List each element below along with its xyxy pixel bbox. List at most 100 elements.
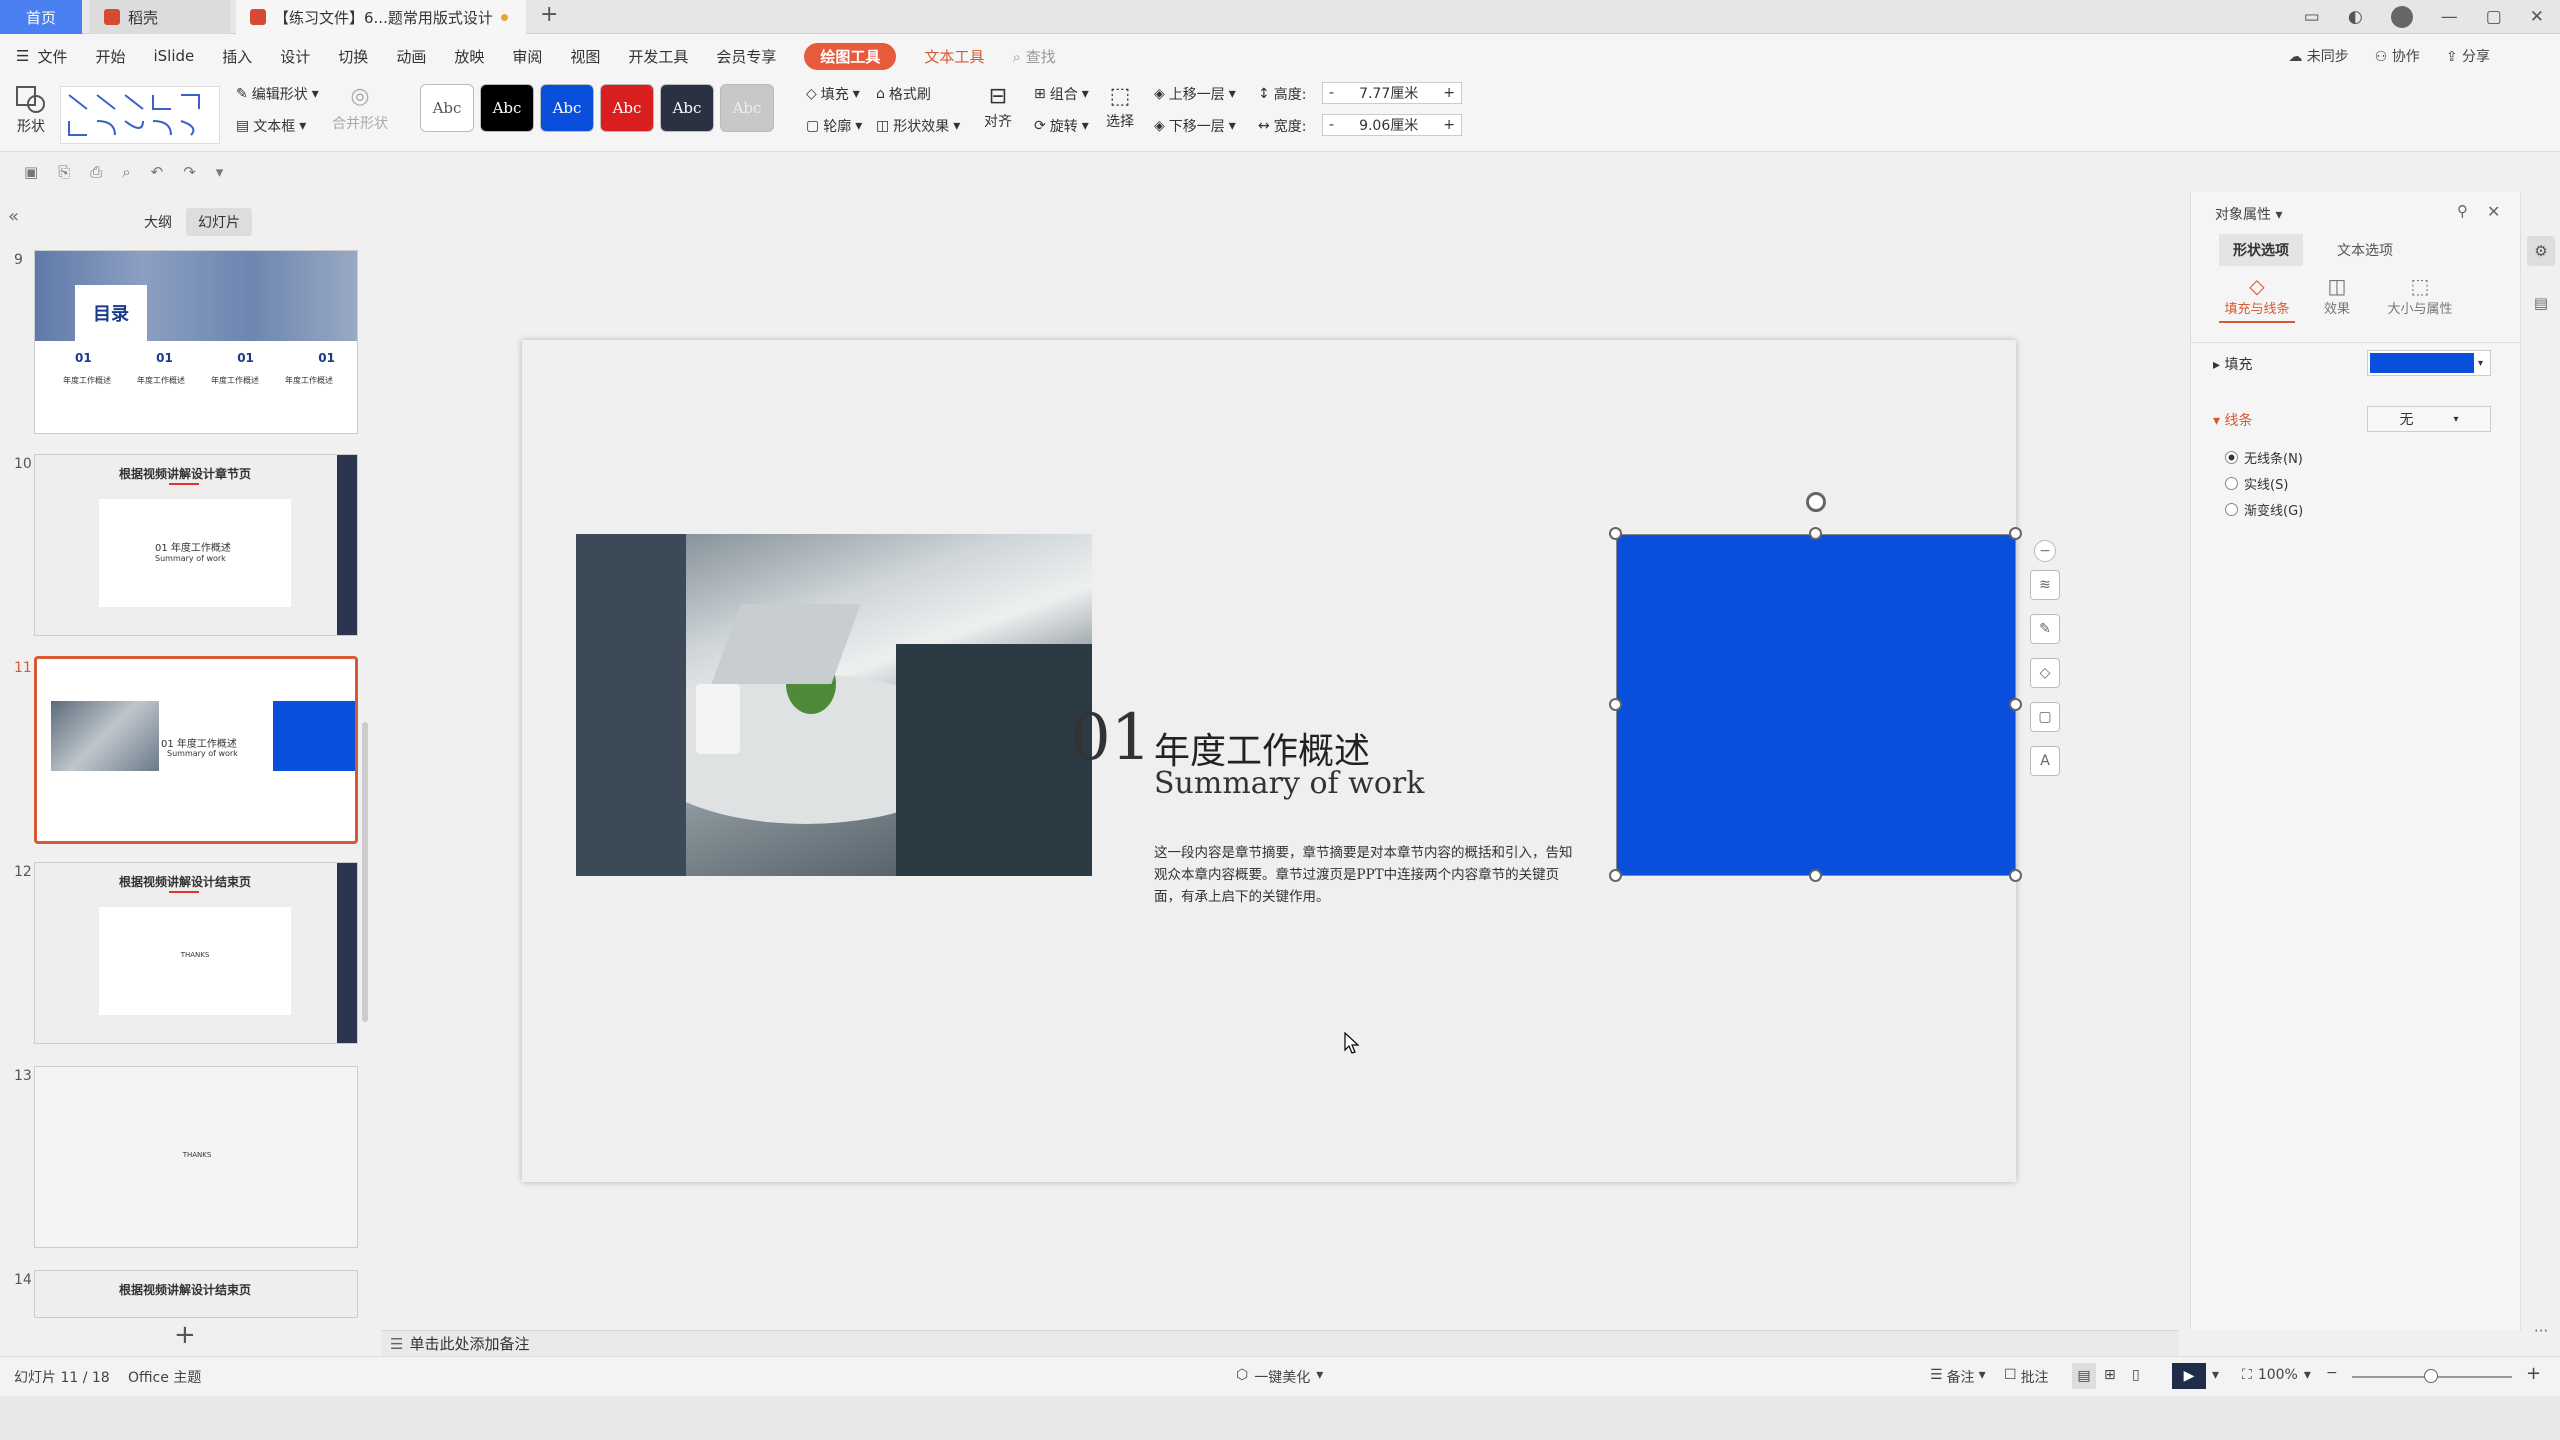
style-swatch-gray[interactable]: Abc <box>720 84 774 132</box>
menu-start[interactable]: 开始 <box>95 46 125 67</box>
rotate-button[interactable]: ⟳ 旋转 ▾ <box>1034 116 1089 136</box>
tab-text-options[interactable]: 文本选项 <box>2337 240 2393 260</box>
crop-icon[interactable]: ▢ <box>2030 702 2060 732</box>
menu-view[interactable]: 视图 <box>570 46 600 67</box>
resize-handle-n[interactable] <box>1809 527 1822 540</box>
textbox-button[interactable]: ▤ 文本框 ▾ <box>236 116 306 136</box>
group-button[interactable]: ⊞ 组合 ▾ <box>1034 84 1089 104</box>
tab-document[interactable]: 【练习文件】6...题常用版式设计 <box>236 0 526 34</box>
zoom-out-icon[interactable]: − <box>2326 1365 2338 1381</box>
tab-home[interactable]: 首页 <box>0 0 82 34</box>
radio-gradient-line[interactable]: 渐变线(G) <box>2225 500 2303 519</box>
search-box[interactable]: ⌕ 查找 <box>1012 46 1055 67</box>
radio-no-line[interactable]: 无线条(N) <box>2225 448 2303 467</box>
slide-thumb-11-selected[interactable]: 01 年度工作概述 Summary of work <box>34 656 358 844</box>
subtab-fill-line[interactable]: ◇ 填充与线条 <box>2219 274 2295 323</box>
section-body[interactable]: 这一段内容是章节摘要，章节摘要是对本章节内容的概括和引入，告知观众本章内容概要。… <box>1154 842 1574 908</box>
beautify-button[interactable]: ⬡ 一键美化 ▾ <box>1236 1367 1323 1387</box>
menu-review[interactable]: 审阅 <box>512 46 542 67</box>
sorter-view-icon[interactable]: ⊞ <box>2104 1367 2116 1383</box>
skin-icon[interactable]: ◐ <box>2348 7 2363 27</box>
theme-name[interactable]: Office 主题 <box>128 1367 201 1387</box>
slide[interactable]: 01 年度工作概述 Summary of work 这一段内容是章节摘要，章节摘… <box>522 340 2022 1182</box>
line-section-toggle[interactable]: ▾ 线条 <box>2213 410 2252 430</box>
play-slideshow-button[interactable]: ▶ <box>2172 1363 2206 1389</box>
tab-slides[interactable]: 幻灯片 <box>186 208 252 236</box>
notes-bar[interactable]: ☰ 单击此处添加备注 <box>382 1330 2178 1356</box>
rotate-handle-icon[interactable] <box>1806 492 1826 512</box>
merge-shape-button[interactable]: ◎ 合并形状 <box>332 84 388 133</box>
customize-icon[interactable]: ▾ <box>216 163 224 181</box>
save-icon[interactable]: ▣ <box>24 163 38 181</box>
layers-icon[interactable]: ≋ <box>2030 570 2060 600</box>
height-minus-button[interactable]: - <box>1329 85 1334 101</box>
style-swatch-red[interactable]: Abc <box>600 84 654 132</box>
menu-design[interactable]: 设计 <box>280 46 310 67</box>
menu-file[interactable]: 文件 <box>37 46 67 67</box>
section-number[interactable]: 01 <box>1070 706 1151 770</box>
style-swatch-black[interactable]: Abc <box>480 84 534 132</box>
hamburger-icon[interactable]: ☰ <box>16 47 29 65</box>
menu-insert[interactable]: 插入 <box>222 46 252 67</box>
style-swatch-white[interactable]: Abc <box>420 84 474 132</box>
panel-title[interactable]: 对象属性 ▾ <box>2215 204 2282 224</box>
properties-toggle-icon[interactable]: ⚙ <box>2527 236 2555 266</box>
menu-drawing-tools[interactable]: 绘图工具 <box>804 42 897 70</box>
close-panel-icon[interactable]: ✕ <box>2487 202 2500 221</box>
resize-handle-se[interactable] <box>2009 869 2022 882</box>
bring-forward-button[interactable]: ◈ 上移一层 ▾ <box>1154 84 1236 104</box>
pen-icon[interactable]: ✎ <box>2030 614 2060 644</box>
chevron-down-icon[interactable]: ▾ <box>2212 1367 2219 1383</box>
width-stepper[interactable]: - 9.06厘米 + <box>1322 114 1462 136</box>
width-plus-button[interactable]: + <box>1443 117 1455 133</box>
slide-thumb-9[interactable]: 目录 01 01 01 01 年度工作概述 年度工作概述 年度工作概述 年度工作概述 <box>34 250 358 434</box>
resize-handle-w[interactable] <box>1609 698 1622 711</box>
notes-toggle-button[interactable]: ☰ 备注 ▾ <box>1930 1367 1986 1387</box>
menu-islide[interactable]: iSlide <box>153 47 194 65</box>
collapse-float-icon[interactable]: − <box>2034 540 2056 562</box>
slide-thumb-10[interactable]: 根据视频讲解设计章节页 01 年度工作概述 Summary of work <box>34 454 358 636</box>
resize-handle-sw[interactable] <box>1609 869 1622 882</box>
menu-text-tools[interactable]: 文本工具 <box>924 46 984 67</box>
fill-button[interactable]: ◇ 填充 ▾ <box>806 84 860 104</box>
print-icon[interactable]: ⎙ <box>90 163 102 181</box>
collapse-panel-icon[interactable]: « <box>8 206 19 227</box>
resize-handle-s[interactable] <box>1809 869 1822 882</box>
select-button[interactable]: ⬚ 选择 <box>1106 84 1134 131</box>
sync-button[interactable]: ☁ 未同步 <box>2288 46 2348 66</box>
close-icon[interactable]: ✕ <box>2530 7 2544 27</box>
slide-thumb-14[interactable]: 根据视频讲解设计结束页 <box>34 1270 358 1318</box>
normal-view-icon[interactable]: ▤ <box>2072 1363 2096 1389</box>
subtab-size[interactable]: ⬚ 大小与属性 <box>2375 274 2465 317</box>
collab-button[interactable]: ⚇ 协作 <box>2375 46 2420 66</box>
width-value[interactable]: 9.06厘米 <box>1359 115 1418 135</box>
shape-effect-button[interactable]: ◫ 形状效果 ▾ <box>876 116 960 136</box>
preview-icon[interactable]: ⌕ <box>122 163 130 181</box>
layout-icon[interactable]: ▭ <box>2304 7 2320 27</box>
resize-handle-ne[interactable] <box>2009 527 2022 540</box>
height-stepper[interactable]: - 7.77厘米 + <box>1322 82 1462 104</box>
style-panel-icon[interactable]: ▤ <box>2527 288 2555 318</box>
style-swatch-blue[interactable]: Abc <box>540 84 594 132</box>
section-subtitle[interactable]: Summary of work <box>1154 766 1424 801</box>
thumb-scrollbar[interactable] <box>362 722 368 1022</box>
resize-handle-e[interactable] <box>2009 698 2022 711</box>
fill-section-toggle[interactable]: ▸ 填充 <box>2213 354 2252 374</box>
menu-developer[interactable]: 开发工具 <box>628 46 688 67</box>
slide-thumb-13[interactable]: THANKS <box>34 1066 358 1248</box>
menu-slideshow[interactable]: 放映 <box>454 46 484 67</box>
add-slide-button[interactable]: + <box>174 1322 196 1348</box>
tab-wps[interactable]: 稻壳 <box>90 0 230 34</box>
text-box-icon[interactable]: A <box>2030 746 2060 776</box>
maximize-icon[interactable]: ▢ <box>2486 7 2502 27</box>
height-value[interactable]: 7.77厘米 <box>1359 83 1418 103</box>
zoom-level[interactable]: ⛶ 100% ▾ <box>2242 1367 2311 1383</box>
fill-bucket-icon[interactable]: ◇ <box>2030 658 2060 688</box>
blue-rectangle[interactable] <box>1616 534 2016 876</box>
zoom-slider[interactable] <box>2352 1369 2512 1383</box>
send-backward-button[interactable]: ◈ 下移一层 ▾ <box>1154 116 1236 136</box>
resize-handle-nw[interactable] <box>1609 527 1622 540</box>
subtab-effect[interactable]: ◫ 效果 <box>2307 274 2367 317</box>
pin-icon[interactable]: ⚲ <box>2457 202 2468 220</box>
more-icon[interactable]: ··· <box>2527 1322 2555 1340</box>
